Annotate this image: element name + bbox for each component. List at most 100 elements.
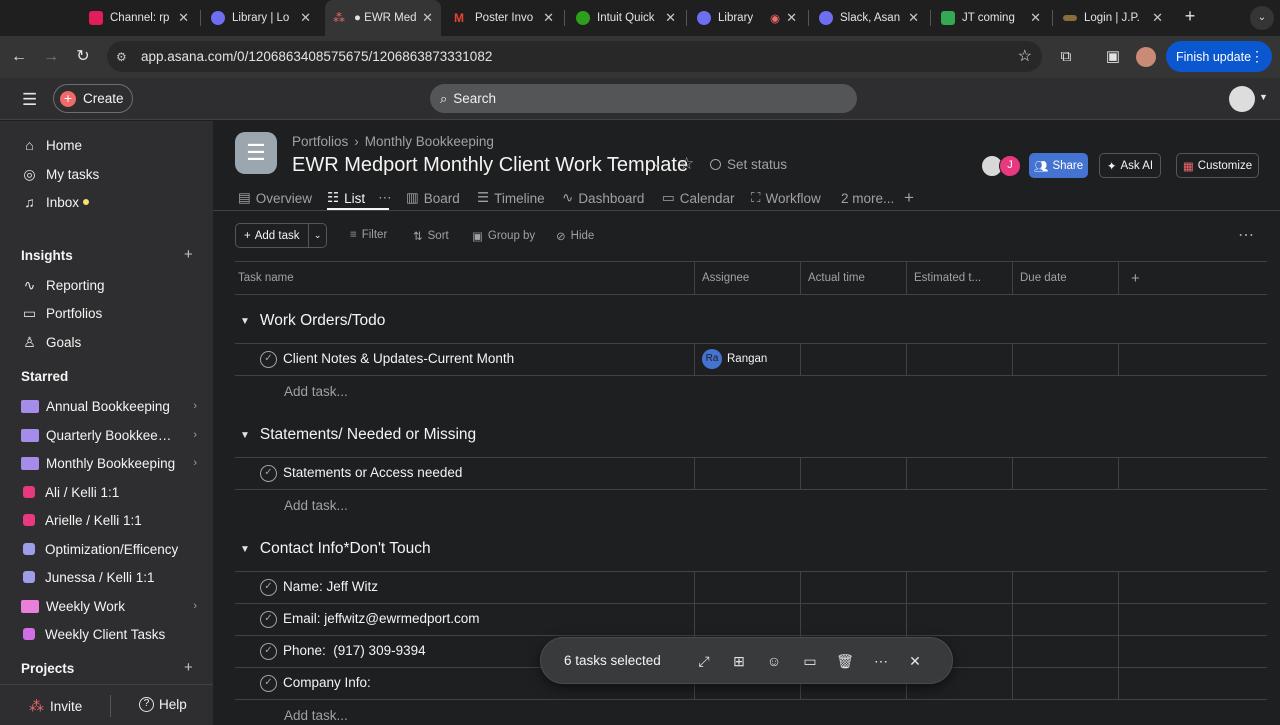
sidebar-item-goals[interactable]: ♙ Goals: [21, 331, 201, 353]
assignee-cell[interactable]: Ra Rangan: [694, 344, 800, 375]
close-icon[interactable]: ✕: [1030, 10, 1041, 26]
add-task-button[interactable]: + Add task ⌄: [235, 223, 327, 248]
browser-tab[interactable]: M Poster Invo ✕: [446, 0, 562, 36]
tab-overview[interactable]: ▤ Overview: [238, 187, 312, 209]
chevron-right-icon[interactable]: ›: [193, 400, 197, 412]
assignee[interactable]: Ra Rangan: [702, 349, 767, 369]
close-icon[interactable]: ✕: [543, 10, 554, 26]
filter-button[interactable]: ≡ Filter: [350, 229, 387, 241]
sidebar-item-my-tasks[interactable]: ◎ My tasks: [21, 163, 201, 185]
add-column-icon[interactable]: +: [1131, 262, 1140, 295]
profile-avatar[interactable]: [1136, 47, 1156, 67]
create-button[interactable]: + Create: [53, 84, 133, 113]
star-icon[interactable]: ☆: [679, 154, 694, 174]
close-icon[interactable]: ✕: [422, 10, 433, 26]
site-settings-icon[interactable]: ⚙: [116, 50, 130, 64]
due-date-cell[interactable]: [1012, 668, 1118, 699]
chevron-right-icon[interactable]: ›: [193, 429, 197, 441]
invite-button[interactable]: ⁂ Invite: [29, 697, 82, 715]
caret-down-icon[interactable]: ▼: [240, 316, 250, 327]
set-status-button[interactable]: Set status: [710, 157, 787, 172]
check-circle-icon[interactable]: ✓: [260, 675, 277, 692]
sidebar-item-starred[interactable]: Weekly Client Tasks: [21, 623, 201, 645]
table-row[interactable]: ✓ Client Notes & Updates-Current Month R…: [235, 343, 1267, 376]
section-header[interactable]: ▼ Work Orders/Todo: [240, 309, 385, 333]
estimated-time-cell[interactable]: [906, 344, 1012, 375]
breadcrumb-portfolios[interactable]: Portfolios: [292, 134, 348, 149]
trash-icon[interactable]: 🗑︎: [835, 651, 855, 671]
due-date-cell[interactable]: [1012, 572, 1118, 603]
sidebar-item-reporting[interactable]: ∿ Reporting: [21, 274, 201, 296]
sidebar-item-starred[interactable]: Monthly Bookkeeping ›: [21, 452, 201, 474]
ask-ai-button[interactable]: ✦ Ask AI: [1099, 153, 1161, 178]
due-date-cell[interactable]: [1012, 636, 1118, 667]
close-icon[interactable]: ✕: [300, 10, 311, 26]
reload-icon[interactable]: ↻: [71, 45, 95, 69]
assignee-cell[interactable]: [694, 604, 800, 635]
tab-list[interactable]: ☷ List ⋯: [327, 187, 392, 209]
user-avatar[interactable]: [1229, 86, 1255, 112]
column-header-task-name[interactable]: Task name: [235, 262, 694, 295]
column-header-actual-time[interactable]: Actual time: [800, 262, 906, 295]
breadcrumb-monthly-bookkeeping[interactable]: Monthly Bookkeeping: [365, 134, 494, 149]
chevron-right-icon[interactable]: ›: [193, 457, 197, 469]
help-button[interactable]: ? Help: [139, 697, 187, 712]
close-icon[interactable]: ✕: [1152, 10, 1163, 26]
sidebar-heading-starred[interactable]: Starred: [21, 369, 68, 384]
check-circle-icon[interactable]: ✓: [260, 465, 277, 482]
calendar-icon[interactable]: ▭: [800, 651, 820, 671]
add-tab-icon[interactable]: +: [904, 187, 914, 209]
back-icon[interactable]: ←: [7, 45, 31, 69]
browser-tab[interactable]: Login | J.P. ✕: [1055, 0, 1171, 36]
new-tab-button[interactable]: +: [1180, 6, 1200, 28]
bookmark-star-icon[interactable]: ☆: [1018, 46, 1032, 66]
actual-time-cell[interactable]: [800, 344, 906, 375]
share-button[interactable]: 👥︎ Share: [1029, 153, 1088, 178]
sidebar-item-inbox[interactable]: ♫ Inbox: [21, 191, 201, 213]
close-icon[interactable]: ✕: [178, 10, 189, 26]
actual-time-cell[interactable]: [800, 604, 906, 635]
caret-down-icon[interactable]: ▼: [240, 430, 250, 441]
check-circle-icon[interactable]: ✓: [260, 351, 277, 368]
check-circle-icon[interactable]: ✓: [260, 643, 277, 660]
close-icon[interactable]: ✕: [905, 651, 925, 671]
check-circle-icon[interactable]: ✓: [260, 579, 277, 596]
browser-tab[interactable]: Channel: rp ✕: [81, 0, 197, 36]
chevron-down-icon[interactable]: ⌄: [309, 230, 326, 241]
hide-button[interactable]: ⊘ Hide: [556, 229, 594, 243]
browser-tab[interactable]: Slack, Asan ✕: [811, 0, 927, 36]
column-header-estimated-time[interactable]: Estimated t...: [906, 262, 1012, 295]
caret-down-icon[interactable]: ▼: [240, 544, 250, 555]
page-title[interactable]: EWR Medport Monthly Client Work Template: [292, 154, 688, 177]
forward-icon[interactable]: →: [39, 45, 63, 69]
table-row[interactable]: ✓ Statements or Access needed: [235, 457, 1267, 490]
tab-dashboard[interactable]: ∿ Dashboard: [562, 187, 644, 209]
group-by-button[interactable]: ▣ Group by: [472, 229, 535, 243]
add-to-project-icon[interactable]: ⊞: [729, 651, 749, 671]
close-icon[interactable]: ✕: [908, 10, 919, 26]
hamburger-menu-icon[interactable]: ☰: [22, 90, 37, 110]
tab-search-button[interactable]: ⌄: [1250, 6, 1274, 30]
section-header[interactable]: ▼ Contact Info*Don't Touch: [240, 537, 431, 561]
url-text[interactable]: app.asana.com/0/1206863408575675/1206863…: [141, 49, 492, 64]
more-horizontal-icon[interactable]: ⋯: [378, 190, 392, 206]
sidebar-item-starred[interactable]: Ali / Kelli 1:1: [21, 481, 201, 503]
browser-tab[interactable]: Intuit Quick ✕: [568, 0, 684, 36]
sidebar-heading-insights[interactable]: Insights: [21, 248, 73, 263]
side-panel-icon[interactable]: ▣: [1101, 45, 1125, 69]
tab-calendar[interactable]: ▭ Calendar: [662, 187, 735, 209]
project-list-icon[interactable]: ☰: [235, 132, 277, 174]
due-date-cell[interactable]: [1012, 344, 1118, 375]
actual-time-cell[interactable]: [800, 572, 906, 603]
sidebar-item-starred[interactable]: Annual Bookkeeping ›: [21, 395, 201, 417]
more-horizontal-icon[interactable]: ⋯: [871, 651, 891, 671]
assignee-cell[interactable]: [694, 572, 800, 603]
move-icon[interactable]: ⤢: [694, 651, 714, 671]
sidebar-item-starred[interactable]: Junessa / Kelli 1:1: [21, 566, 201, 588]
estimated-time-cell[interactable]: [906, 604, 1012, 635]
add-task-main[interactable]: + Add task: [236, 224, 310, 247]
add-task-inline[interactable]: Add task...: [284, 708, 348, 723]
browser-tab[interactable]: JT coming ✕: [933, 0, 1049, 36]
due-date-cell[interactable]: [1012, 458, 1118, 489]
finish-update-button[interactable]: Finish update ⋮: [1166, 41, 1272, 72]
